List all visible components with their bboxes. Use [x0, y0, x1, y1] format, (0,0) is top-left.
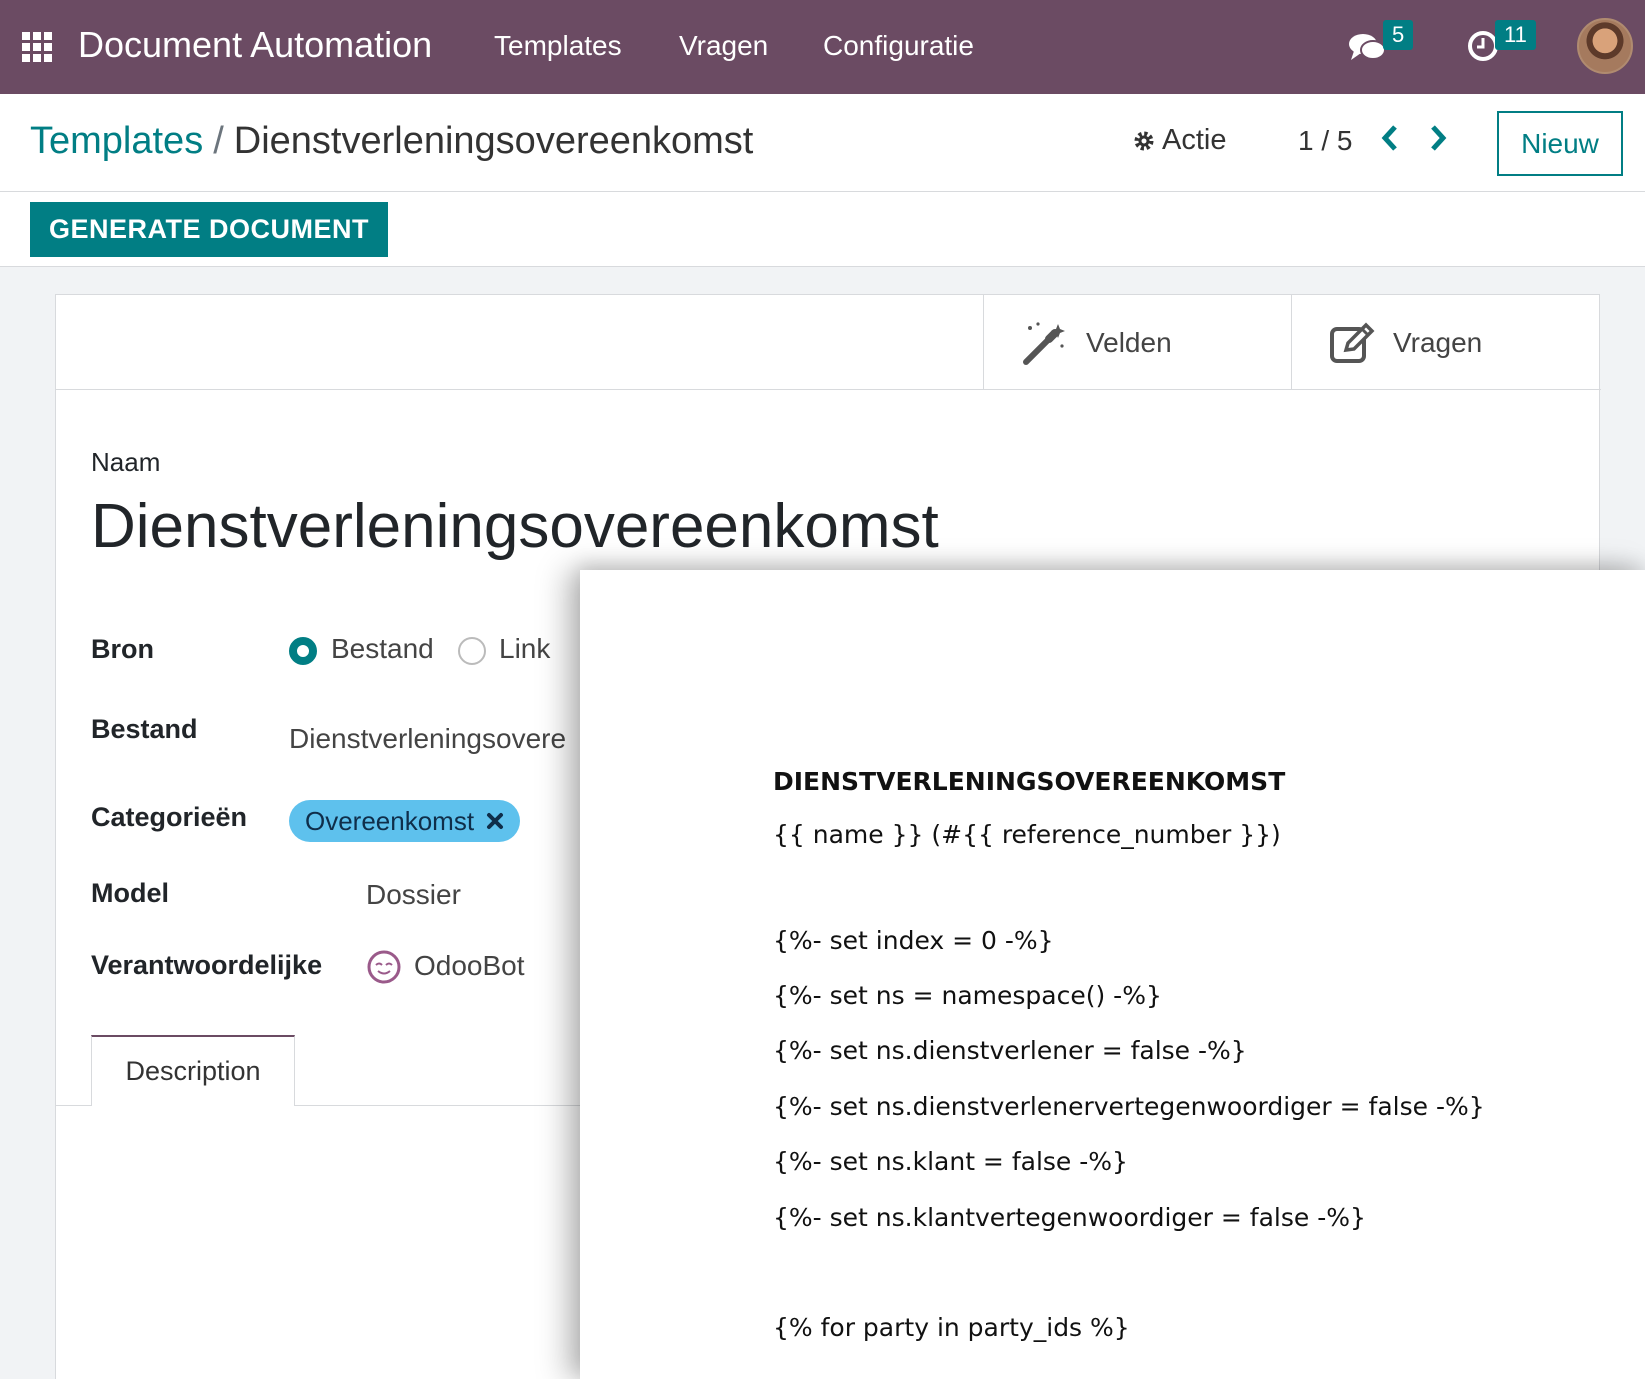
menu-templates[interactable]: Templates	[494, 30, 622, 62]
top-navbar: Document Automation Templates Vragen Con…	[0, 0, 1645, 94]
doc-line: {{ name }} (#{{ reference_number }})	[773, 820, 1281, 849]
pager-previous-button[interactable]	[1378, 122, 1408, 158]
source-option-link-label[interactable]: Link	[499, 633, 550, 665]
source-label: Bron	[91, 634, 154, 664]
doc-line: {%- set ns.dienstverlener = false -%}	[773, 1036, 1247, 1065]
activities-count-badge: 11	[1495, 20, 1536, 50]
questions-smart-button[interactable]: Vragen	[1291, 295, 1601, 390]
doc-line: {%- set ns = namespace() -%}	[773, 981, 1162, 1010]
fields-smart-button[interactable]: Velden	[983, 295, 1291, 390]
file-field[interactable]: Dienstverleningsovere	[289, 723, 566, 755]
doc-line: {% for party in party_ids %}	[773, 1313, 1130, 1342]
messages-icon[interactable]	[1348, 32, 1386, 69]
responsible-field[interactable]: OdooBot	[414, 950, 525, 982]
breadcrumb: Templates / Dienstverleningsovereenkomst	[30, 120, 753, 163]
source-radio-link[interactable]	[458, 637, 486, 665]
user-avatar[interactable]	[1577, 18, 1633, 74]
gear-icon	[1134, 131, 1154, 150]
control-panel: Templates / Dienstverleningsovereenkomst A…	[0, 94, 1645, 267]
doc-title: DIENSTVERLENINGSOVEREENKOMST	[773, 767, 1286, 796]
pager-value[interactable]: 1 / 5	[1298, 125, 1352, 157]
source-radio-bestand[interactable]	[289, 637, 317, 665]
fields-smart-button-label: Velden	[1086, 326, 1172, 358]
document-preview: DIENSTVERLENINGSOVEREENKOMST {{ name }} …	[580, 570, 1645, 1379]
menu-configuratie[interactable]: Configuratie	[823, 30, 974, 62]
action-menu-label: Actie	[1162, 124, 1227, 156]
category-tag: Overeenkomst	[289, 800, 521, 842]
name-field[interactable]: Dienstverleningsovereenkomst	[91, 491, 939, 562]
model-field[interactable]: Dossier	[366, 879, 461, 911]
chevron-left-icon	[1381, 125, 1397, 151]
odoobot-avatar-icon	[367, 950, 401, 984]
doc-line: {%- set ns.dienstverlenervertegenwoordig…	[773, 1092, 1485, 1121]
messages-count-badge: 5	[1383, 20, 1414, 50]
breadcrumb-separator: /	[213, 120, 224, 162]
breadcrumb-templates-link[interactable]: Templates	[30, 120, 203, 162]
doc-line: {%- set index = 0 -%}	[773, 926, 1054, 955]
smart-button-box: Velden Vragen	[56, 295, 1601, 390]
breadcrumb-current: Dienstverleningsovereenkomst	[233, 120, 754, 162]
responsible-label: Verantwoordelijke	[91, 950, 323, 980]
tab-description[interactable]: Description	[91, 1035, 295, 1106]
category-tag-label: Overeenkomst	[305, 805, 475, 836]
edit-icon	[1330, 322, 1375, 363]
doc-line: {%- set ns.klantvertegenwoordiger = fals…	[773, 1203, 1366, 1232]
remove-tag-icon[interactable]	[486, 812, 504, 830]
magic-wand-icon	[1023, 321, 1065, 365]
file-label: Bestand	[91, 714, 198, 744]
apps-menu-icon[interactable]	[22, 32, 52, 62]
menu-vragen[interactable]: Vragen	[679, 30, 768, 62]
action-menu-button[interactable]: Actie	[1132, 124, 1226, 157]
chevron-right-icon	[1431, 125, 1447, 151]
generate-document-button[interactable]: GENERATE DOCUMENT	[30, 202, 388, 257]
app-name[interactable]: Document Automation	[78, 24, 432, 66]
new-record-button[interactable]: Nieuw	[1497, 111, 1623, 176]
pager-next-button[interactable]	[1426, 122, 1456, 158]
control-divider	[0, 191, 1645, 192]
source-option-bestand-label[interactable]: Bestand	[331, 633, 434, 665]
name-label: Naam	[91, 447, 161, 477]
categories-label: Categorieën	[91, 802, 248, 832]
questions-smart-button-label: Vragen	[1393, 326, 1483, 358]
model-label: Model	[91, 878, 169, 908]
doc-line: {%- set ns.klant = false -%}	[773, 1147, 1128, 1176]
